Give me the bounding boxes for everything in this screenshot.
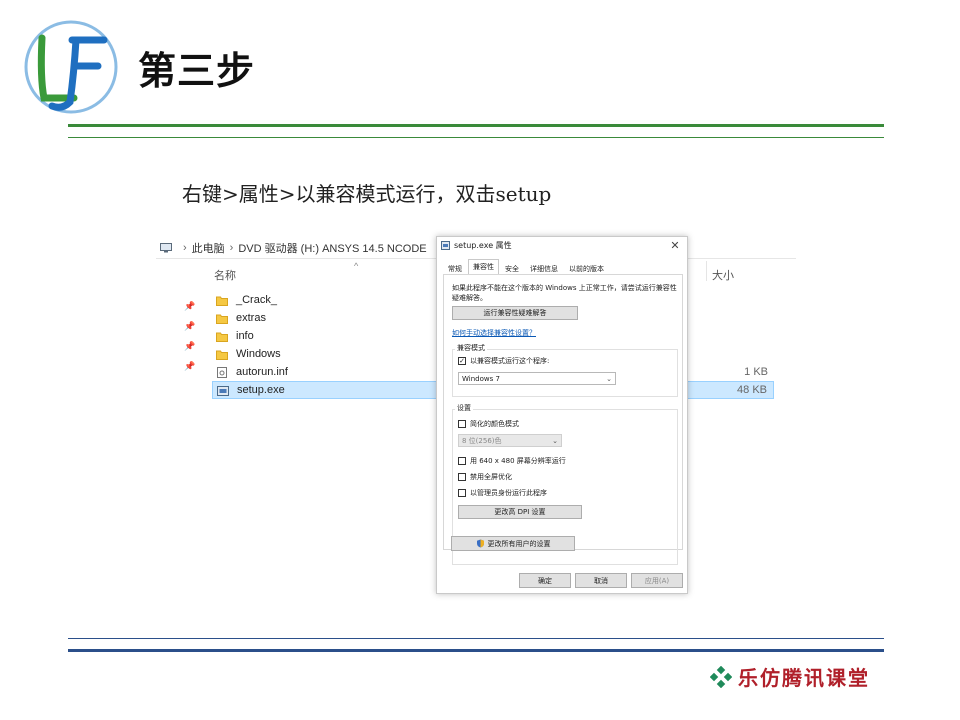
high-dpi-button[interactable]: 更改高 DPI 设置 <box>458 505 582 519</box>
pin-icon: 📌 <box>184 321 196 331</box>
breadcrumb-dvd-drive[interactable]: DVD 驱动器 (H:) ANSYS 14.5 NCODE <box>238 240 426 256</box>
all-users-label: 更改所有用户的设置 <box>487 539 551 548</box>
diamond-cluster-icon <box>710 665 732 688</box>
dialog-title: setup.exe 属性 <box>454 241 512 250</box>
apply-button[interactable]: 应用(A) <box>631 573 683 588</box>
pin-icon: 📌 <box>184 361 196 371</box>
file-name: setup.exe <box>237 384 285 396</box>
installer-icon <box>217 385 229 396</box>
tab-general[interactable]: 常规 <box>443 261 467 274</box>
folder-icon <box>216 296 228 306</box>
dialog-titlebar[interactable]: setup.exe 属性 <box>437 237 687 254</box>
tab-security[interactable]: 安全 <box>500 261 524 274</box>
brand-footer: 乐仿腾讯课堂 <box>710 662 870 691</box>
reduced-color-label: 简化的颜色模式 <box>470 420 519 428</box>
run-as-admin-label: 以管理员身份运行此程序 <box>470 489 547 497</box>
header-rule-thin <box>68 137 884 138</box>
all-users-button[interactable]: 更改所有用户的设置 <box>451 536 575 551</box>
folder-icon <box>216 314 228 324</box>
tab-strip: 常规 兼容性 安全 详细信息 以前的版本 <box>443 259 610 275</box>
chevron-down-icon: ⌄ <box>606 375 612 383</box>
ok-button[interactable]: 确定 <box>519 573 571 588</box>
footer-rule-thin <box>68 638 884 639</box>
file-size: 1 KB <box>744 366 768 378</box>
compat-mode-label: 兼容模式 <box>455 343 487 353</box>
header-rule-thick <box>68 124 884 127</box>
column-divider[interactable] <box>706 261 707 281</box>
low-res-label: 用 640 x 480 屏幕分辨率运行 <box>470 457 566 465</box>
settings-file-icon <box>217 366 227 378</box>
brand-name: 乐仿腾讯课堂 <box>738 666 870 690</box>
compat-os-select[interactable]: Windows 7 ⌄ <box>458 372 616 385</box>
compat-mode-checkbox[interactable]: ✓ <box>458 357 466 365</box>
file-name: autorun.inf <box>236 366 288 378</box>
file-name: info <box>236 330 254 342</box>
footer-rule-thick <box>68 649 884 652</box>
file-name: _Crack_ <box>236 294 277 306</box>
installer-icon <box>441 241 450 250</box>
low-res-row[interactable]: 用 640 x 480 屏幕分辨率运行 <box>458 456 566 466</box>
instruction-text: 右键>属性>以兼容模式运行，双击setup <box>182 182 552 206</box>
fullscreen-opt-row[interactable]: 禁用全屏优化 <box>458 472 512 482</box>
shield-icon <box>476 539 484 548</box>
breadcrumb-this-pc[interactable]: 此电脑 <box>192 240 225 256</box>
color-depth-value: 8 位(256)色 <box>462 436 502 445</box>
chevron-right-icon: › <box>229 241 234 254</box>
close-icon[interactable]: ✕ <box>669 239 681 252</box>
tab-details[interactable]: 详细信息 <box>525 261 563 274</box>
properties-dialog: setup.exe 属性 ✕ 常规 兼容性 安全 详细信息 以前的版本 如果此程… <box>436 236 688 594</box>
folder-icon <box>216 350 228 360</box>
fullscreen-opt-checkbox[interactable] <box>458 473 466 481</box>
pin-icon: 📌 <box>184 341 196 351</box>
compatibility-intro: 如果此程序不能在这个版本的 Windows 上正常工作，请尝试运行兼容性疑难解答… <box>452 284 677 302</box>
run-as-admin-row[interactable]: 以管理员身份运行此程序 <box>458 488 547 498</box>
compatibility-panel: 如果此程序不能在这个版本的 Windows 上正常工作，请尝试运行兼容性疑难解答… <box>443 274 683 565</box>
reduced-color-checkbox[interactable] <box>458 420 466 428</box>
compat-mode-checkbox-label: 以兼容模式运行这个程序: <box>470 357 550 365</box>
computer-icon <box>160 242 172 252</box>
column-header-size[interactable]: 大小 <box>712 267 734 283</box>
folder-icon <box>216 332 228 342</box>
pin-icon: 📌 <box>184 301 196 311</box>
fullscreen-opt-label: 禁用全屏优化 <box>470 473 512 481</box>
file-name: extras <box>236 312 266 324</box>
reduced-color-row[interactable]: 简化的颜色模式 <box>458 419 519 429</box>
tab-previous-versions[interactable]: 以前的版本 <box>564 261 609 274</box>
chevron-down-icon: ⌄ <box>552 437 558 445</box>
slide-title: 第三步 <box>138 49 256 93</box>
lf-logo <box>24 20 118 114</box>
sort-ascending-icon: ^ <box>354 261 359 271</box>
compat-mode-checkbox-row[interactable]: ✓ 以兼容模式运行这个程序: <box>458 356 549 366</box>
file-size: 48 KB <box>737 384 767 396</box>
cancel-button[interactable]: 取消 <box>575 573 627 588</box>
low-res-checkbox[interactable] <box>458 457 466 465</box>
color-depth-select[interactable]: 8 位(256)色 ⌄ <box>458 434 562 447</box>
troubleshooter-button[interactable]: 运行兼容性疑难解答 <box>452 306 578 320</box>
file-name: Windows <box>236 348 281 360</box>
run-as-admin-checkbox[interactable] <box>458 489 466 497</box>
tab-compatibility[interactable]: 兼容性 <box>468 259 499 274</box>
column-header-name[interactable]: 名称 <box>214 267 236 283</box>
manual-settings-link[interactable]: 如何手动选择兼容性设置？ <box>452 328 536 338</box>
compat-os-value: Windows 7 <box>462 374 500 383</box>
chevron-right-icon: › <box>183 241 187 254</box>
settings-label: 设置 <box>455 403 473 413</box>
